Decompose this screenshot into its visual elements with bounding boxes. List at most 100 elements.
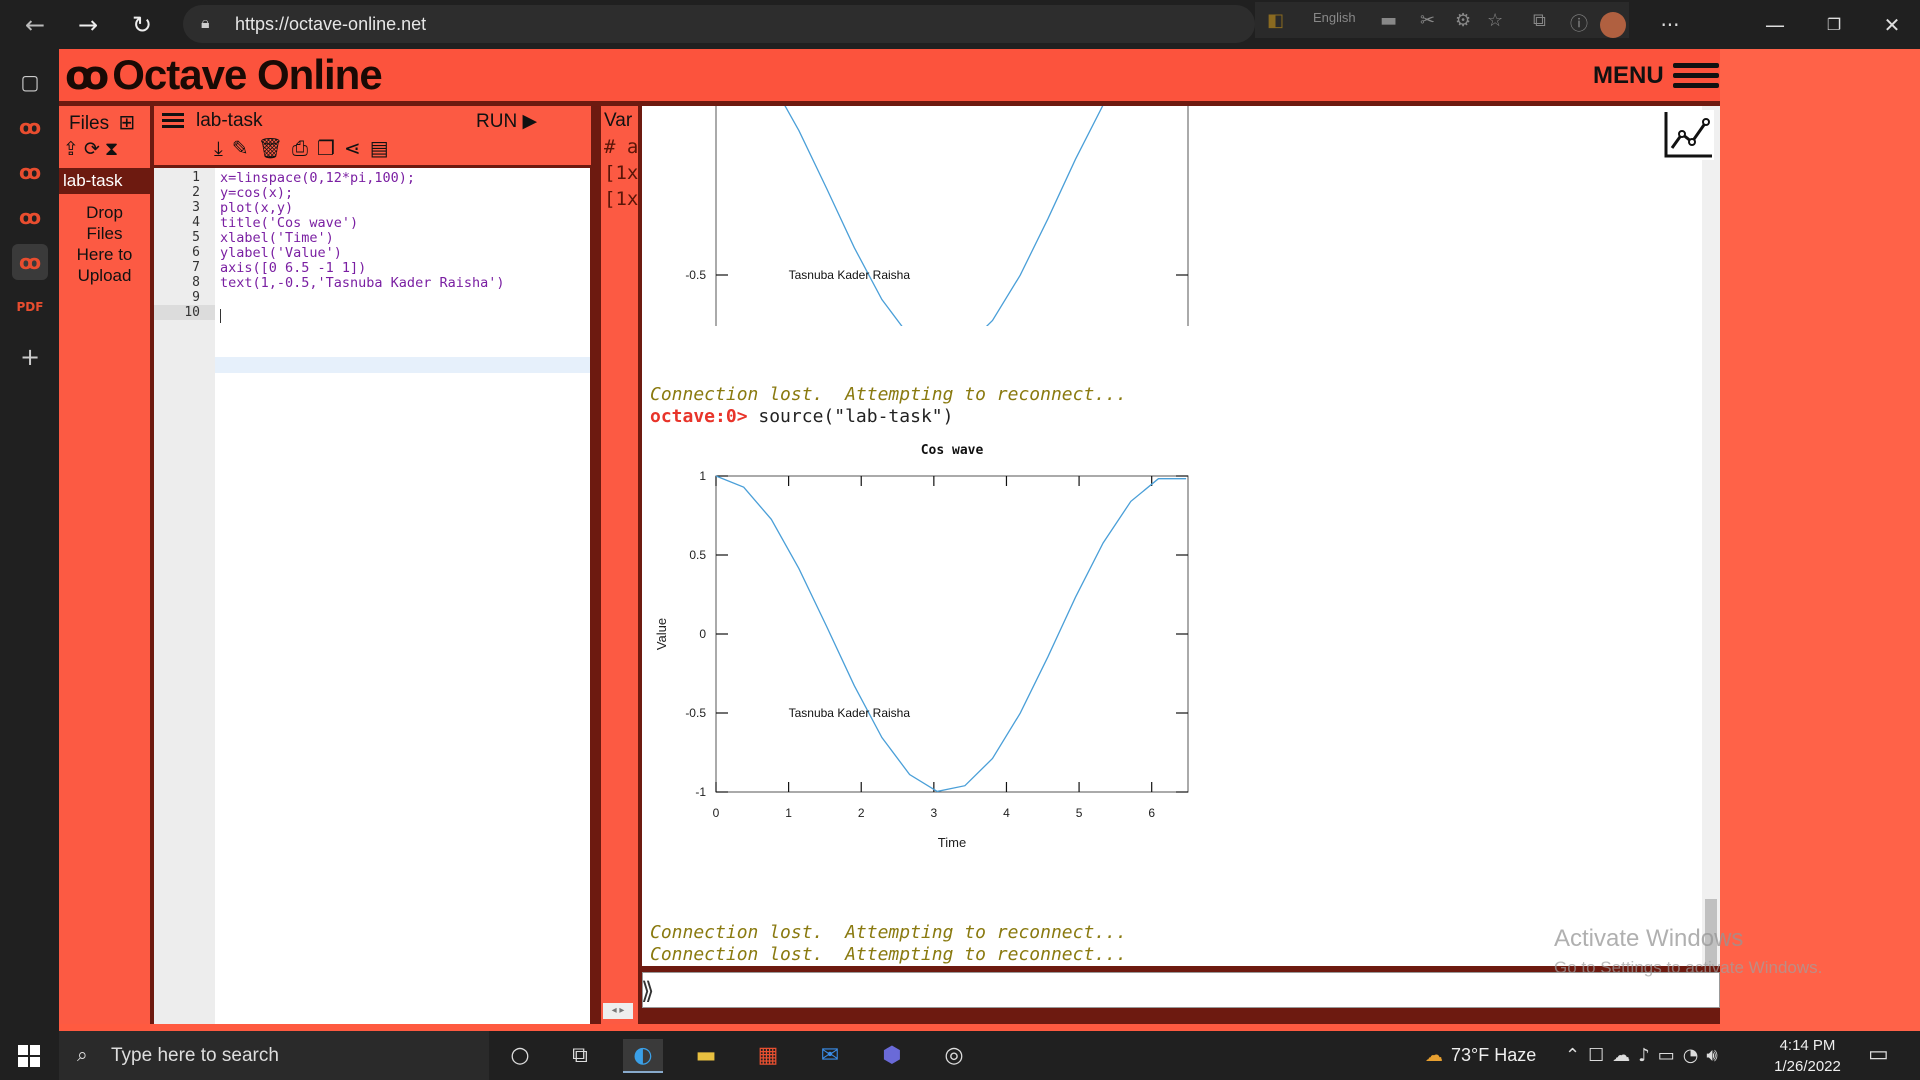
drop-line: Here to — [76, 245, 133, 264]
plot-frame — [715, 475, 1189, 793]
editor-title: lab-task — [196, 110, 263, 131]
edge-icon[interactable]: ◐ — [623, 1039, 663, 1073]
clock[interactable]: 4:14 PM 1/26/2022 — [1760, 1035, 1855, 1077]
app-icon[interactable]: ◎ — [934, 1039, 974, 1073]
teams-icon[interactable]: ⬢ — [872, 1039, 912, 1073]
extension-icon-3[interactable]: ✂ — [1420, 10, 1435, 31]
variables-panel: Var # ar [1x [1x ◂ ▸ — [597, 106, 638, 1024]
favorites-icon[interactable]: ☆ — [1487, 10, 1503, 31]
vars-header: Var — [604, 110, 633, 131]
editor-header: lab-task RUN ▶ ⤓✎🗑︎⎙❐⋖▤ — [154, 106, 591, 165]
upload-icon[interactable]: ⇪ — [63, 138, 84, 160]
extension-icon[interactable]: ◧ — [1267, 10, 1284, 31]
store-icon[interactable]: ▦ — [748, 1039, 788, 1073]
close-icon[interactable]: ✕ — [1872, 10, 1912, 40]
plot-1: 0123456-0.5-1TimeTasnuba Kader Raisha — [685, 106, 1189, 326]
var-line: # ar — [604, 136, 638, 158]
weather-widget[interactable]: ☁ 73°F Haze — [1425, 1031, 1536, 1080]
more-icon[interactable]: ··· — [1650, 10, 1690, 40]
console-output[interactable]: 0123456-0.5-1TimeTasnuba Kader Raisha Co… — [642, 106, 1720, 966]
print-icon[interactable]: ⎙ — [292, 136, 317, 160]
var-line[interactable]: [1x — [604, 188, 638, 210]
line-number-active: 10 — [154, 305, 215, 320]
file-item-label: lab-task — [63, 171, 123, 190]
system-tray[interactable]: ⌃☐☁♪▭◔🔊︎ — [1565, 1045, 1726, 1066]
tab-octave-2[interactable]: ꝏ — [12, 154, 48, 190]
taskbar-search[interactable]: ⌕ Type here to search — [59, 1031, 489, 1080]
var-line[interactable]: [1x — [604, 162, 638, 184]
hamburger-icon[interactable] — [1673, 63, 1719, 68]
y-tick-label: -1 — [695, 785, 706, 799]
collections-icon[interactable]: ⧉ — [1533, 10, 1546, 31]
menu-label: MENU — [1593, 62, 1664, 89]
tab-panel-icon[interactable]: ▢ — [12, 64, 48, 100]
line-number: 7 — [192, 260, 200, 275]
save-icon[interactable]: ▤ — [370, 136, 398, 160]
hourglass-icon[interactable]: ⧗ — [105, 138, 123, 160]
editor-menu-icon[interactable] — [162, 111, 184, 131]
pencil-icon[interactable]: ✎ — [232, 136, 258, 160]
drop-zone[interactable]: Drop Files Here to Upload — [59, 202, 150, 286]
download-icon[interactable]: ⤓ — [214, 136, 232, 160]
new-tab-icon[interactable]: + — [12, 339, 48, 375]
drop-line: Drop — [86, 203, 123, 222]
vars-scrollbar[interactable]: ◂ ▸ — [603, 1003, 633, 1019]
back-icon[interactable]: ← — [20, 10, 50, 40]
x-tick-label: 4 — [1003, 806, 1010, 820]
url-text: https://octave-online.net — [235, 14, 427, 34]
sync-icon[interactable]: ⟳ — [84, 138, 105, 160]
refresh-icon[interactable]: ↻ — [127, 10, 157, 40]
search-placeholder: Type here to search — [111, 1045, 279, 1066]
minimize-icon[interactable]: — — [1755, 10, 1795, 40]
address-bar[interactable]: 🔒︎ https://octave-online.net — [183, 5, 1255, 43]
new-file-icon[interactable]: ⊞ — [118, 110, 135, 134]
menu-button[interactable]: MENU — [1593, 61, 1664, 91]
info-icon[interactable]: ⓘ — [1570, 10, 1588, 36]
activate-windows-title: Activate Windows — [1554, 925, 1744, 952]
file-explorer-icon[interactable]: ▬ — [686, 1039, 726, 1073]
browser-toolbar: ← → ↻ 🔒︎ https://octave-online.net ◧ Eng… — [0, 0, 1920, 49]
plot-toggle-button[interactable] — [1662, 110, 1714, 160]
tab-octave-1[interactable]: ꝏ — [12, 109, 48, 145]
plot-2: Cos wave 0 1 2 3 4 5 6 1 0.5 0 -0.5 -1 Time Value Tasnu… — [654, 444, 1189, 850]
profile-avatar[interactable] — [1600, 12, 1626, 38]
task-view-icon[interactable]: ⧉ — [560, 1039, 600, 1073]
mail-icon[interactable]: ✉ — [810, 1039, 850, 1073]
windows-start-icon[interactable] — [16, 1043, 42, 1069]
settings-extension-icon[interactable]: ⚙ — [1455, 10, 1471, 31]
console-panel: 0123456-0.5-1TimeTasnuba Kader Raisha Co… — [638, 106, 1720, 1024]
tab-octave-active[interactable]: ꝏ — [12, 244, 48, 280]
reconnect-message: Connection lost. Attempting to reconnect… — [650, 944, 1127, 965]
files-label: Files — [69, 113, 110, 134]
cortana-icon[interactable]: ○ — [500, 1039, 540, 1073]
forward-icon[interactable]: → — [73, 10, 103, 40]
line-number: 1 — [192, 170, 200, 185]
line-number: 5 — [192, 230, 200, 245]
extension-icon-2[interactable]: ▬ — [1380, 10, 1397, 31]
share-icon[interactable]: ⋖ — [344, 136, 370, 160]
line-number: 8 — [192, 275, 200, 290]
clock-date: 1/26/2022 — [1774, 1058, 1841, 1075]
trash-icon[interactable]: 🗑︎ — [258, 136, 292, 160]
plot-title: Cos wave — [921, 444, 984, 458]
lock-icon: 🔒︎ — [201, 15, 210, 32]
line-number: 3 — [192, 200, 200, 215]
tab-pdf-icon[interactable]: PDF — [12, 289, 48, 325]
octave-logo[interactable]: ꝏOctave Online — [65, 53, 383, 99]
run-button[interactable]: RUN ▶ — [476, 110, 537, 133]
restore-icon[interactable]: ❐ — [1814, 10, 1854, 40]
line-number: 6 — [192, 245, 200, 260]
notification-icon[interactable]: ▭ — [1868, 1042, 1889, 1067]
console-command: source("lab-task") — [747, 406, 954, 427]
x-tick-label: 1 — [785, 806, 792, 820]
app-header: ꝏOctave Online MENU — [59, 49, 1720, 101]
file-item-lab-task[interactable]: lab-task — [59, 168, 150, 194]
y-axis-label: Value — [654, 618, 669, 650]
console-prompt: octave:0> — [650, 406, 748, 427]
copy-icon[interactable]: ❐ — [317, 136, 344, 160]
code-editor[interactable]: 1 2 3 4 5 6 7 8 9 10 x=linspace(0,12*pi,… — [154, 168, 590, 1024]
tab-octave-3[interactable]: ꝏ — [12, 199, 48, 235]
line-number: 2 — [192, 185, 200, 200]
y-tick-label: 1 — [699, 469, 706, 483]
console-scrollbar[interactable] — [1702, 106, 1720, 966]
